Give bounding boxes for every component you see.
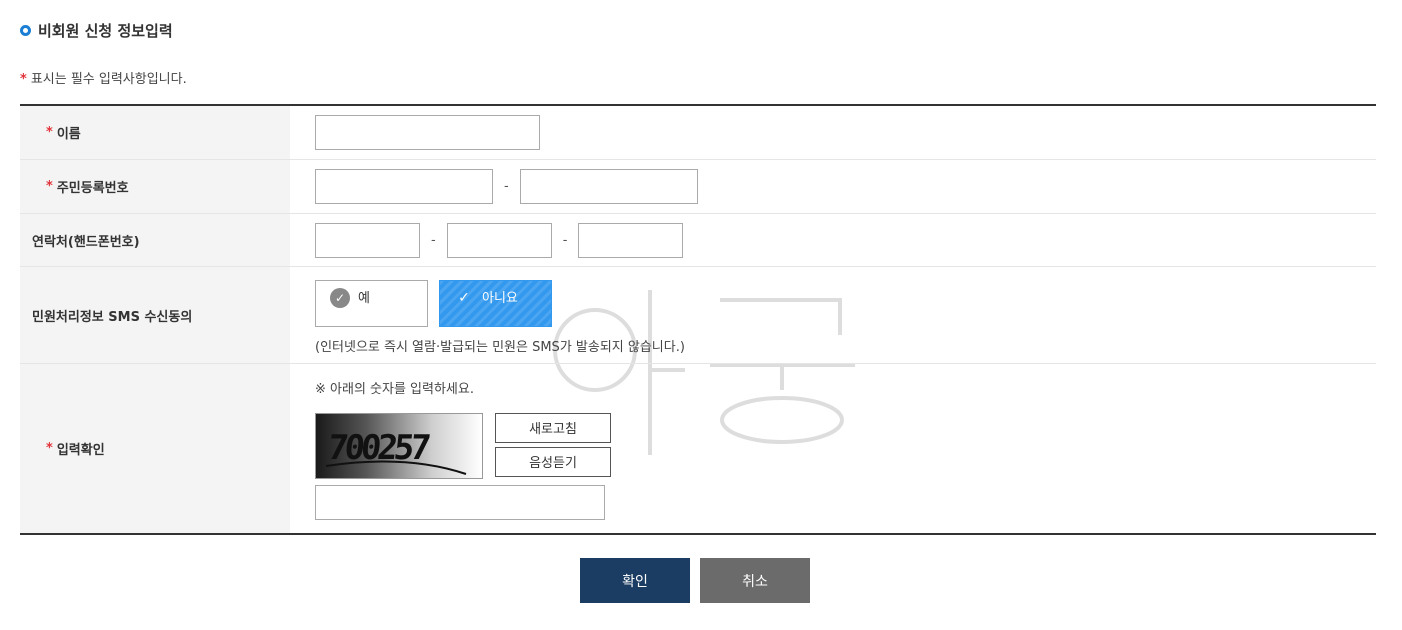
input-cell-rrn: - bbox=[290, 160, 1376, 213]
input-cell-name bbox=[290, 106, 1376, 159]
row-name: * 이름 bbox=[20, 106, 1376, 160]
section-title-text: 비회원 신청 정보입력 bbox=[38, 22, 173, 40]
label-name: 이름 bbox=[56, 127, 81, 142]
rrn-back-input[interactable] bbox=[519, 169, 698, 204]
captcha-image-row: 700257 새로고침 음성듣기 bbox=[315, 412, 611, 481]
input-cell-phone: - - bbox=[290, 214, 1376, 266]
check-icon: ✓ bbox=[458, 290, 470, 306]
phone-part3-input[interactable] bbox=[578, 222, 684, 258]
captcha-buttons: 새로고침 음성듣기 bbox=[495, 412, 611, 481]
required-star-icon: * bbox=[46, 179, 53, 194]
confirm-button[interactable]: 확인 bbox=[580, 558, 690, 603]
sms-option-buttons: ✓ 예 ✓ 아니요 bbox=[315, 279, 685, 327]
row-captcha: * 입력확인 ※ 아래의 숫자를 입력하세요. 700257 새로고침 음성듣기 bbox=[20, 364, 1376, 533]
phone-separator-1: - bbox=[431, 232, 436, 248]
row-sms-consent: 민원처리정보 SMS 수신동의 ✓ 예 ✓ 아니요 (인터넷으로 즉시 열람·발… bbox=[20, 267, 1376, 364]
required-note: * 표시는 필수 입력사항입니다. bbox=[20, 68, 187, 87]
row-phone: 연락처(핸드폰번호) - - bbox=[20, 214, 1376, 267]
required-note-text: 표시는 필수 입력사항입니다. bbox=[30, 72, 187, 87]
phone-separator-2: - bbox=[562, 232, 568, 248]
form-actions: 확인 취소 bbox=[580, 558, 810, 603]
sms-note: (인터넷으로 즉시 열람·발급되는 민원은 SMS가 발송되지 않습니다.) bbox=[315, 339, 685, 355]
label-cell-sms: 민원처리정보 SMS 수신동의 bbox=[20, 267, 290, 363]
captcha-group: ※ 아래의 숫자를 입력하세요. 700257 새로고침 음성듣기 bbox=[315, 378, 611, 520]
captcha-refresh-button[interactable]: 새로고침 bbox=[495, 412, 611, 443]
name-input[interactable] bbox=[315, 115, 540, 150]
row-rrn: * 주민등록번호 - bbox=[20, 160, 1376, 214]
label-cell-phone: 연락처(핸드폰번호) bbox=[20, 214, 290, 266]
label-cell-captcha: * 입력확인 bbox=[20, 364, 290, 533]
label-cell-name: * 이름 bbox=[20, 106, 290, 159]
required-star-icon: * bbox=[46, 125, 53, 140]
phone-part1-input[interactable] bbox=[315, 222, 420, 258]
section-title: 비회원 신청 정보입력 bbox=[20, 20, 173, 41]
sms-no-label: 아니요 bbox=[482, 290, 518, 306]
check-icon: ✓ bbox=[330, 288, 350, 308]
label-captcha: 입력확인 bbox=[56, 443, 105, 458]
input-cell-sms: ✓ 예 ✓ 아니요 (인터넷으로 즉시 열람·발급되는 민원은 SMS가 발송되… bbox=[290, 267, 1376, 363]
rrn-separator: - bbox=[504, 179, 509, 194]
sms-consent-group: ✓ 예 ✓ 아니요 (인터넷으로 즉시 열람·발급되는 민원은 SMS가 발송되… bbox=[315, 276, 685, 355]
captcha-audio-button[interactable]: 음성듣기 bbox=[495, 446, 611, 477]
sms-yes-button[interactable]: ✓ 예 bbox=[315, 279, 428, 327]
circle-bullet-icon bbox=[20, 25, 31, 36]
sms-no-button[interactable]: ✓ 아니요 bbox=[439, 279, 552, 327]
required-star-icon: * bbox=[46, 441, 53, 456]
captcha-guide: ※ 아래의 숫자를 입력하세요. bbox=[315, 381, 474, 397]
label-cell-rrn: * 주민등록번호 bbox=[20, 160, 290, 213]
captcha-image: 700257 bbox=[315, 412, 483, 479]
application-form-table: * 이름 * 주민등록번호 - 연락처(핸드폰번호) - - 민원처리정보 SM… bbox=[20, 104, 1376, 535]
cancel-button[interactable]: 취소 bbox=[700, 558, 810, 603]
sms-yes-label: 예 bbox=[358, 290, 370, 306]
captcha-input[interactable] bbox=[315, 484, 605, 520]
required-star-icon: * bbox=[20, 72, 27, 87]
label-sms-consent: 민원처리정보 SMS 수신동의 bbox=[32, 309, 193, 325]
rrn-front-input[interactable] bbox=[315, 169, 493, 204]
phone-part2-input[interactable] bbox=[446, 222, 552, 258]
label-rrn: 주민등록번호 bbox=[56, 181, 129, 196]
label-phone: 연락처(핸드폰번호) bbox=[32, 234, 140, 250]
input-cell-captcha: ※ 아래의 숫자를 입력하세요. 700257 새로고침 음성듣기 bbox=[290, 364, 1376, 533]
captcha-noise-line bbox=[325, 460, 467, 475]
